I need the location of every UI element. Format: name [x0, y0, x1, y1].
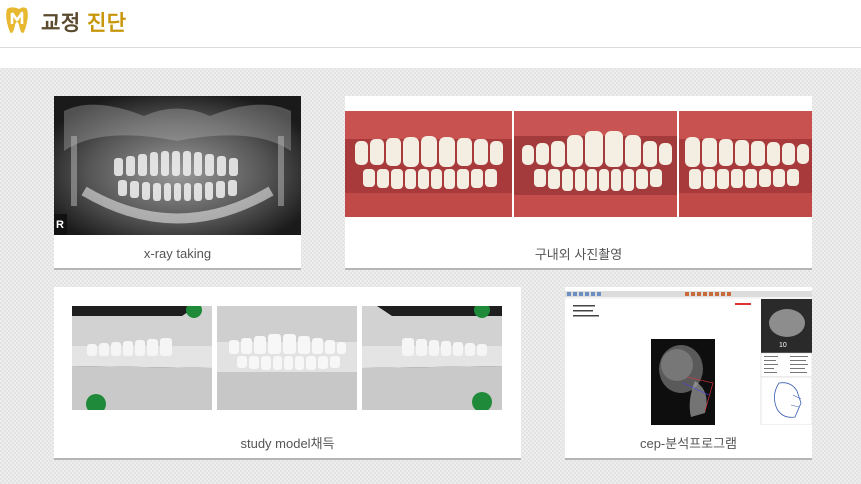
intraoral-photo-left [679, 111, 812, 217]
title-part2: 진단 [86, 12, 127, 35]
intraoral-caption: 구내외 사진촬영 [534, 247, 623, 262]
title-part1: 교정 [41, 12, 81, 35]
header-divider [0, 47, 861, 48]
study-model-photo-right [72, 306, 212, 410]
xray-caption: x-ray taking [143, 246, 212, 261]
study-model-card: study model채득 [54, 287, 521, 458]
cep-caption: cep-분석프로그램 [639, 436, 738, 451]
panoramic-xray-image: R [54, 96, 301, 235]
study-model-photo-front [217, 306, 357, 410]
study-model-photo-left [362, 306, 502, 410]
study-model-caption: study model채득 [240, 436, 335, 451]
page-title: 교정 진단 [41, 7, 127, 37]
intraoral-photo-right [345, 111, 512, 217]
intraoral-photo-front [514, 111, 677, 217]
header: 교정 진단 [0, 0, 861, 48]
intraoral-card: 구내외 사진촬영 [345, 96, 812, 268]
xray-badge: R [56, 219, 64, 231]
cep-card: 10 cep-분석프로그램 [565, 287, 812, 458]
xray-card: R x-ray taking [54, 96, 301, 268]
tooth-m-logo-icon [6, 7, 28, 34]
svg-text:10: 10 [779, 342, 787, 349]
cep-program-screenshot: 10 [565, 291, 812, 425]
